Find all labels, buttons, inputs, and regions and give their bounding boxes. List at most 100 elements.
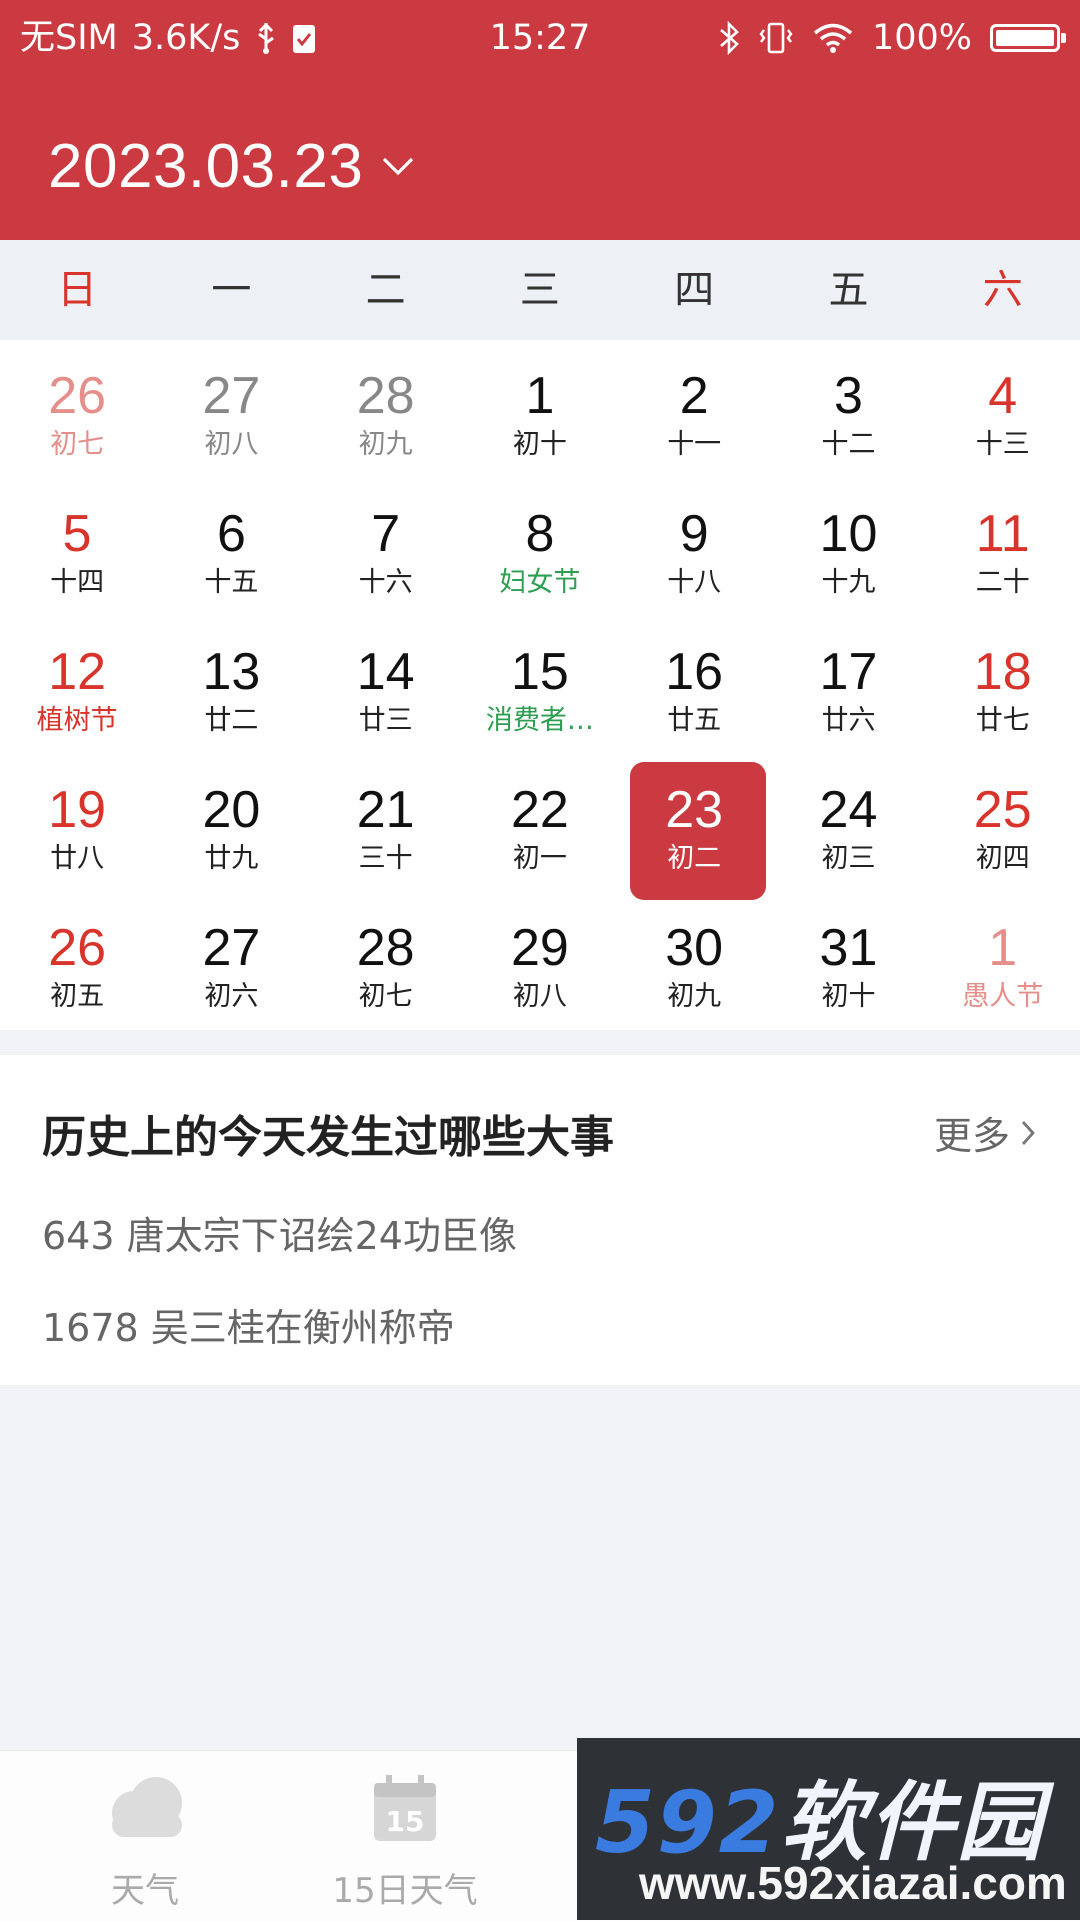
calendar-day[interactable]: 27 初六 xyxy=(154,900,308,1038)
weekday-label: 四 xyxy=(674,267,715,313)
calendar-day[interactable]: 11 二十 xyxy=(926,486,1080,624)
calendar-day[interactable]: 24 初三 xyxy=(771,762,925,900)
calendar-day[interactable]: 1 初十 xyxy=(463,348,617,486)
calendar-day[interactable]: 20 廿九 xyxy=(154,762,308,900)
history-event[interactable]: 1678 吴三桂在衡州称帝 xyxy=(42,1297,455,1352)
lunar-date: 初九 xyxy=(667,981,722,1012)
day-number: 28 xyxy=(356,367,415,425)
calendar-day[interactable]: 26 初五 xyxy=(0,900,154,1038)
calendar-day[interactable]: 9 十八 xyxy=(617,486,771,624)
clipboard-check-icon xyxy=(292,22,316,54)
bluetooth-icon xyxy=(718,20,740,56)
day-number: 16 xyxy=(665,643,724,701)
lunar-date: 初五 xyxy=(50,981,105,1012)
lunar-date: 初六 xyxy=(204,981,259,1012)
calendar-day[interactable]: 18 廿七 xyxy=(926,624,1080,762)
clock-text: 15:27 xyxy=(489,18,591,58)
calendar-day[interactable]: 15 消费者… xyxy=(463,624,617,762)
lunar-date: 初七 xyxy=(50,429,105,460)
cloud-icon xyxy=(104,1773,186,1843)
lunar-date: 初四 xyxy=(975,843,1030,874)
lunar-date: 三十 xyxy=(358,843,413,874)
calendar-day[interactable]: 10 十九 xyxy=(771,486,925,624)
calendar-day[interactable]: 7 十六 xyxy=(309,486,463,624)
day-number: 7 xyxy=(371,505,401,563)
calendar-day[interactable]: 27 初八 xyxy=(154,348,308,486)
day-number: 22 xyxy=(511,781,569,839)
lunar-date: 妇女节 xyxy=(499,567,581,598)
day-number: 24 xyxy=(819,781,878,839)
nav-tab-weather[interactable]: 天气 xyxy=(10,1751,280,1921)
carrier-text: 无SIM xyxy=(20,18,118,58)
calendar-day[interactable]: 25 初四 xyxy=(926,762,1080,900)
lunar-date: 愚人节 xyxy=(962,981,1044,1012)
lunar-date: 植树节 xyxy=(36,705,118,736)
lunar-date: 廿九 xyxy=(204,843,259,874)
calendar-day[interactable]: 17 廿六 xyxy=(771,624,925,762)
watermark-logo: 592软件园 www.592xiazai.com xyxy=(577,1738,1080,1920)
day-number: 20 xyxy=(202,781,261,839)
lunar-date: 初八 xyxy=(512,981,567,1012)
calendar-day[interactable]: 12 植树节 xyxy=(0,624,154,762)
day-number: 23 xyxy=(665,781,724,839)
date-picker-button[interactable]: 2023.03.23 xyxy=(48,126,415,206)
more-button[interactable]: 更多 xyxy=(934,1105,1036,1160)
day-number: 29 xyxy=(511,919,569,977)
day-number: 27 xyxy=(202,367,261,425)
calendar-day[interactable]: 31 初十 xyxy=(771,900,925,1038)
calendar-day[interactable]: 19 廿八 xyxy=(0,762,154,900)
calendar-day[interactable]: 5 十四 xyxy=(0,486,154,624)
calendar-day[interactable]: 6 十五 xyxy=(154,486,308,624)
current-date: 2023.03.23 xyxy=(48,131,364,201)
lunar-date: 十一 xyxy=(667,429,722,460)
lunar-date: 初八 xyxy=(204,429,259,460)
day-number: 15 xyxy=(511,643,569,701)
lunar-date: 廿六 xyxy=(821,705,876,736)
calendar-day[interactable]: 1 愚人节 xyxy=(926,900,1080,1038)
network-speed: 3.6K/s xyxy=(131,18,241,58)
day-number: 2 xyxy=(679,367,709,425)
calendar-day[interactable]: 2 十一 xyxy=(617,348,771,486)
day-number: 31 xyxy=(819,919,878,977)
history-today-card: 历史上的今天发生过哪些大事 更多 643 唐太宗下诏绘24功臣像 1678 吴三… xyxy=(0,1055,1080,1385)
usb-icon xyxy=(254,21,278,55)
lunar-date: 十三 xyxy=(975,429,1030,460)
calendar-day[interactable]: 26 初七 xyxy=(0,348,154,486)
lunar-date: 消费者… xyxy=(485,705,594,736)
lunar-date: 十八 xyxy=(667,567,722,598)
history-event[interactable]: 643 唐太宗下诏绘24功臣像 xyxy=(42,1205,517,1260)
calendar-day[interactable]: 28 初九 xyxy=(309,348,463,486)
calendar-day-selected[interactable]: 23 初二 xyxy=(617,762,771,900)
weekday-header: 日一二三四五六 xyxy=(0,240,1080,340)
calendar-day[interactable]: 8 妇女节 xyxy=(463,486,617,624)
calendar-day[interactable]: 29 初八 xyxy=(463,900,617,1038)
lunar-date: 廿七 xyxy=(975,705,1030,736)
day-number: 14 xyxy=(356,643,415,701)
day-number: 5 xyxy=(62,505,92,563)
calendar-day[interactable]: 16 廿五 xyxy=(617,624,771,762)
calendar-day[interactable]: 22 初一 xyxy=(463,762,617,900)
calendar-day[interactable]: 28 初七 xyxy=(309,900,463,1038)
calendar-day[interactable]: 30 初九 xyxy=(617,900,771,1038)
day-number: 13 xyxy=(202,643,261,701)
weekday-label: 六 xyxy=(982,267,1023,313)
day-number: 28 xyxy=(356,919,415,977)
day-number: 11 xyxy=(975,505,1030,563)
calendar-day[interactable]: 3 十二 xyxy=(771,348,925,486)
calendar-day[interactable]: 13 廿二 xyxy=(154,624,308,762)
nav-label: 天气 xyxy=(111,1871,179,1911)
chevron-right-icon xyxy=(1020,1119,1036,1147)
lunar-date: 初七 xyxy=(358,981,413,1012)
calendar-day[interactable]: 14 廿三 xyxy=(309,624,463,762)
day-number: 1 xyxy=(525,367,555,425)
calendar-day[interactable]: 4 十三 xyxy=(926,348,1080,486)
lunar-date: 廿五 xyxy=(667,705,722,736)
calendar-day[interactable]: 21 三十 xyxy=(309,762,463,900)
lunar-date: 廿二 xyxy=(204,705,259,736)
lunar-date: 廿八 xyxy=(50,843,105,874)
lunar-date: 初一 xyxy=(512,843,567,874)
nav-tab-15day-weather[interactable]: 15 15日天气 xyxy=(270,1751,540,1921)
wifi-icon xyxy=(812,22,854,54)
day-number: 8 xyxy=(525,505,555,563)
vibrate-icon xyxy=(758,21,794,55)
